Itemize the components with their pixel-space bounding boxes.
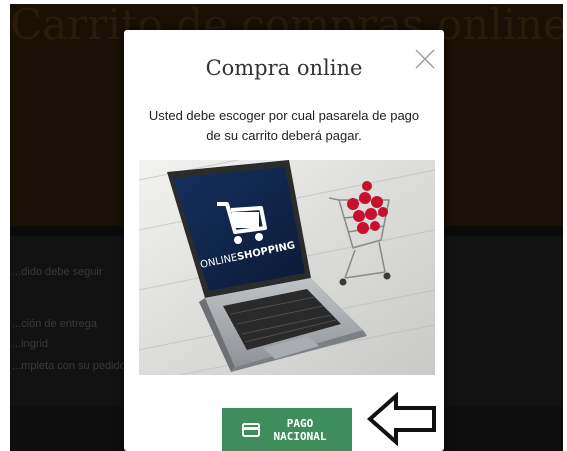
arrow-left-outline-icon — [366, 392, 436, 446]
payment-modal: Compra online Usted debe escoger por cua… — [124, 30, 444, 451]
credit-card-icon — [242, 422, 260, 437]
pay-button-label: PAGO NACIONAL — [273, 416, 327, 443]
modal-title: Compra online — [205, 56, 363, 80]
background-text-line: ...dido debe seguir — [12, 266, 103, 278]
background-text-line: ...mpleta con su pedido — [12, 360, 126, 372]
background-text-line: ...ción de entrega — [12, 318, 98, 330]
online-shopping-image: ONLINESHOPPING — [139, 160, 435, 375]
modal-description: Usted debe escoger por cual pasarela de … — [148, 108, 420, 143]
background-text-line: ...ingrid — [12, 338, 49, 350]
pago-nacional-button[interactable]: PAGO NACIONAL — [222, 408, 352, 451]
